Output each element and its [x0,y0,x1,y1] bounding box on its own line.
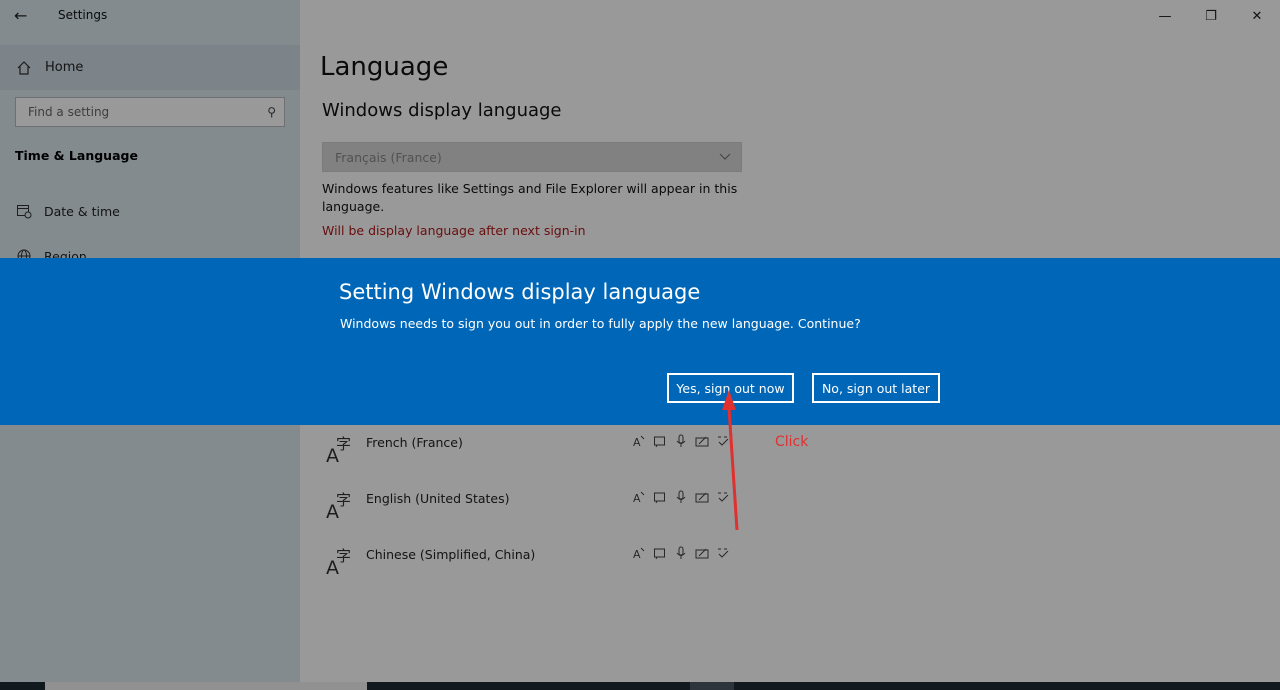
annotation-click-label: Click [775,434,809,450]
annotation-arrow-icon [722,390,739,531]
